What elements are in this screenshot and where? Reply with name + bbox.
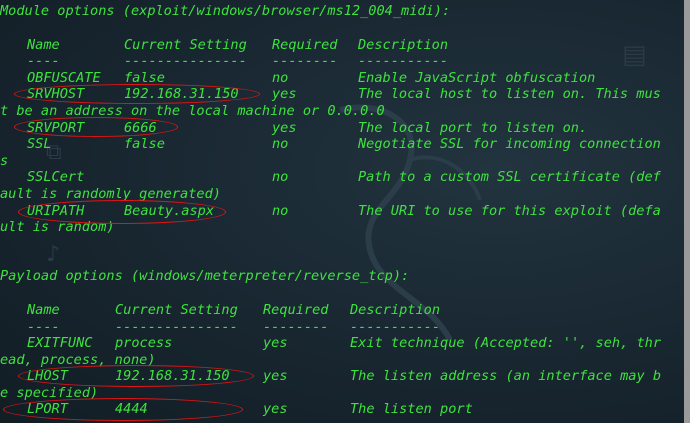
option-description: The local port to listen on.	[358, 120, 588, 136]
option-description-wrap: t be an address on the local machine or …	[0, 103, 385, 119]
highlight-lport	[3, 398, 243, 421]
module-options-header: Module options (exploit/windows/browser/…	[0, 3, 451, 19]
col-name-header: Name	[27, 302, 60, 318]
option-description: The listen address (an interface may b	[350, 368, 661, 384]
col-description-header: Description	[358, 37, 449, 53]
col-setting-divider: ---------------	[124, 53, 247, 69]
option-setting: process	[115, 335, 173, 351]
option-required: yes	[263, 368, 288, 384]
col-description-divider: -----------	[358, 53, 449, 69]
option-name: SSLCert	[27, 169, 85, 185]
col-setting-divider: ---------------	[115, 319, 238, 335]
option-required: yes	[272, 86, 297, 102]
payload-options-header: Payload options (windows/meterpreter/rev…	[0, 268, 410, 284]
col-name-divider: ----	[27, 319, 60, 335]
highlight-srvhost	[14, 84, 260, 104]
option-name: EXITFUNC	[27, 335, 93, 351]
col-required-header: Required	[263, 302, 329, 318]
col-description-header: Description	[350, 302, 441, 318]
option-required: yes	[272, 120, 297, 136]
col-setting-header: Current Setting	[115, 302, 238, 318]
option-required: no	[272, 136, 289, 152]
col-setting-header: Current Setting	[124, 37, 247, 53]
option-required: yes	[263, 401, 288, 417]
scrollbar-thumb[interactable]	[684, 0, 690, 423]
col-name-header: Name	[27, 37, 60, 53]
option-description: Path to a custom SSL certificate (def	[358, 169, 661, 185]
option-required: no	[272, 70, 289, 86]
col-required-header: Required	[272, 37, 338, 53]
highlight-srvport	[14, 117, 178, 137]
option-description: Negotiate SSL for incoming connection	[358, 136, 661, 152]
option-required: no	[272, 169, 289, 185]
option-description: The local host to listen on. This mus	[358, 86, 661, 102]
option-required: yes	[263, 335, 288, 351]
option-description-wrap: s	[0, 153, 9, 169]
col-required-divider: --------	[272, 53, 338, 69]
col-name-divider: ----	[27, 53, 60, 69]
option-description: Enable JavaScript obfuscation	[358, 70, 596, 86]
highlight-lhost	[18, 365, 254, 387]
option-setting: false	[124, 136, 165, 152]
option-required: no	[272, 203, 289, 219]
col-required-divider: --------	[263, 319, 329, 335]
option-name: SSL	[27, 136, 52, 152]
option-description: The URI to use for this exploit (defa	[358, 203, 661, 219]
col-description-divider: -----------	[350, 319, 441, 335]
option-description: Exit technique (Accepted: '', seh, thr	[350, 335, 661, 351]
highlight-uripath	[18, 200, 226, 224]
option-description: The listen port	[350, 401, 473, 417]
